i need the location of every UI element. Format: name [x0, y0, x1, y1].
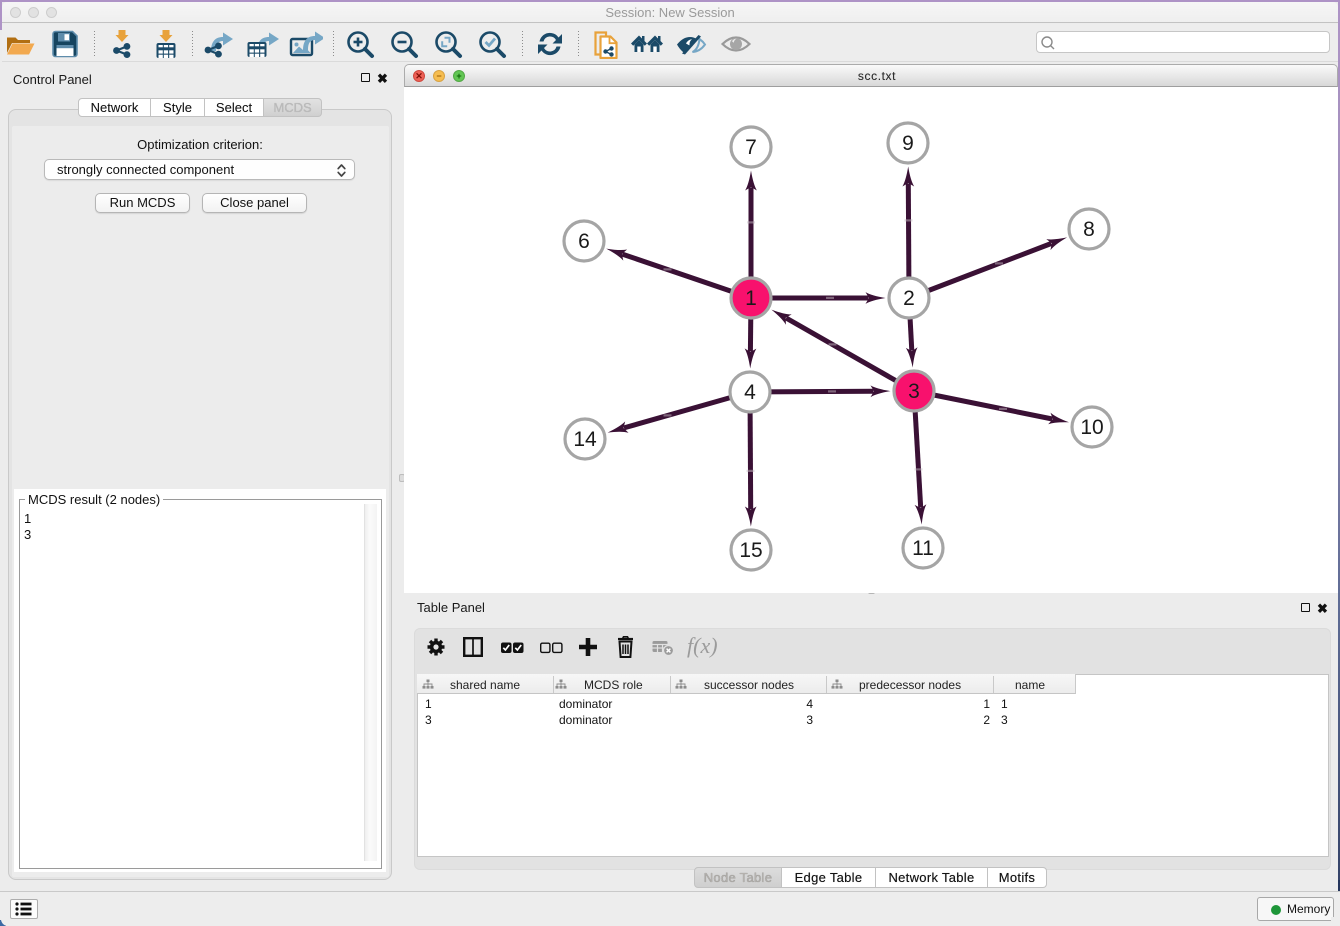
- svg-text:8: 8: [1083, 218, 1095, 241]
- svg-text:10: 10: [1080, 416, 1103, 439]
- svg-text:3: 3: [908, 380, 920, 403]
- svg-text:7: 7: [745, 136, 757, 159]
- svg-text:11: 11: [912, 537, 934, 560]
- svg-text:15: 15: [739, 539, 762, 562]
- svg-text:4: 4: [744, 381, 756, 404]
- svg-text:9: 9: [902, 132, 914, 155]
- svg-text:6: 6: [578, 230, 590, 253]
- svg-text:14: 14: [573, 428, 597, 451]
- svg-text:1: 1: [745, 287, 757, 310]
- svg-text:2: 2: [903, 287, 915, 310]
